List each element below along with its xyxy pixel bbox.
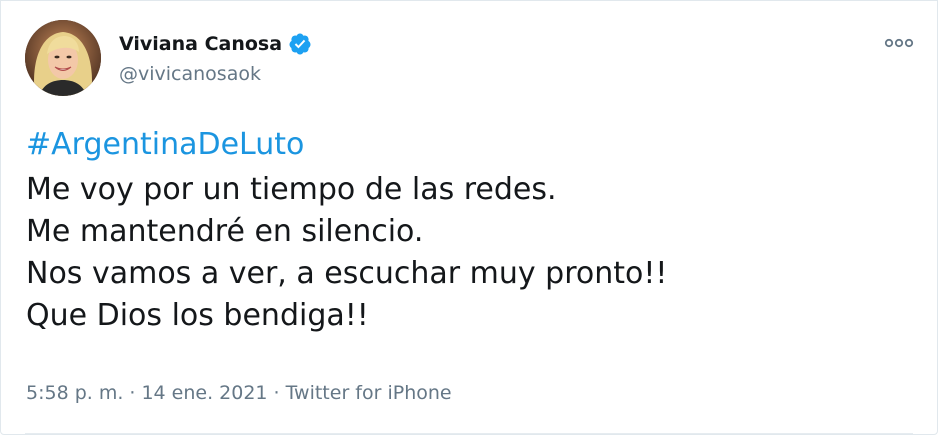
tweet-text: Me voy por un tiempo de las redes. Me ma… bbox=[26, 169, 667, 337]
tweet-source[interactable]: Twitter for iPhone bbox=[286, 382, 452, 404]
tweet-metadata: 5:58 p. m. · 14 ene. 2021 · Twitter for … bbox=[26, 382, 452, 404]
divider bbox=[25, 433, 913, 434]
avatar[interactable] bbox=[25, 20, 101, 96]
profile-photo-icon bbox=[25, 20, 101, 96]
tweet-text-line: Nos vamos a ver, a escuchar muy pronto!! bbox=[26, 256, 668, 291]
tweet-card: Viviana Canosa @vivicanosaok #ArgentinaD… bbox=[0, 0, 938, 435]
author-display-name[interactable]: Viviana Canosa bbox=[119, 33, 282, 55]
author-name-row: Viviana Canosa bbox=[119, 31, 312, 57]
verified-badge-icon bbox=[289, 33, 311, 55]
meta-separator: · bbox=[129, 382, 136, 404]
tweet-time[interactable]: 5:58 p. m. bbox=[26, 382, 123, 404]
more-options-icon[interactable] bbox=[883, 35, 915, 51]
author-handle[interactable]: @vivicanosaok bbox=[119, 63, 261, 85]
tweet-text-line: Que Dios los bendiga!! bbox=[26, 298, 369, 333]
tweet-text-line: Me voy por un tiempo de las redes. bbox=[26, 172, 557, 207]
tweet-date[interactable]: 14 ene. 2021 bbox=[141, 382, 267, 404]
meta-separator: · bbox=[273, 382, 280, 404]
tweet-text-line: Me mantendré en silencio. bbox=[26, 214, 424, 249]
tweet-hashtag-link[interactable]: #ArgentinaDeLuto bbox=[26, 125, 304, 165]
